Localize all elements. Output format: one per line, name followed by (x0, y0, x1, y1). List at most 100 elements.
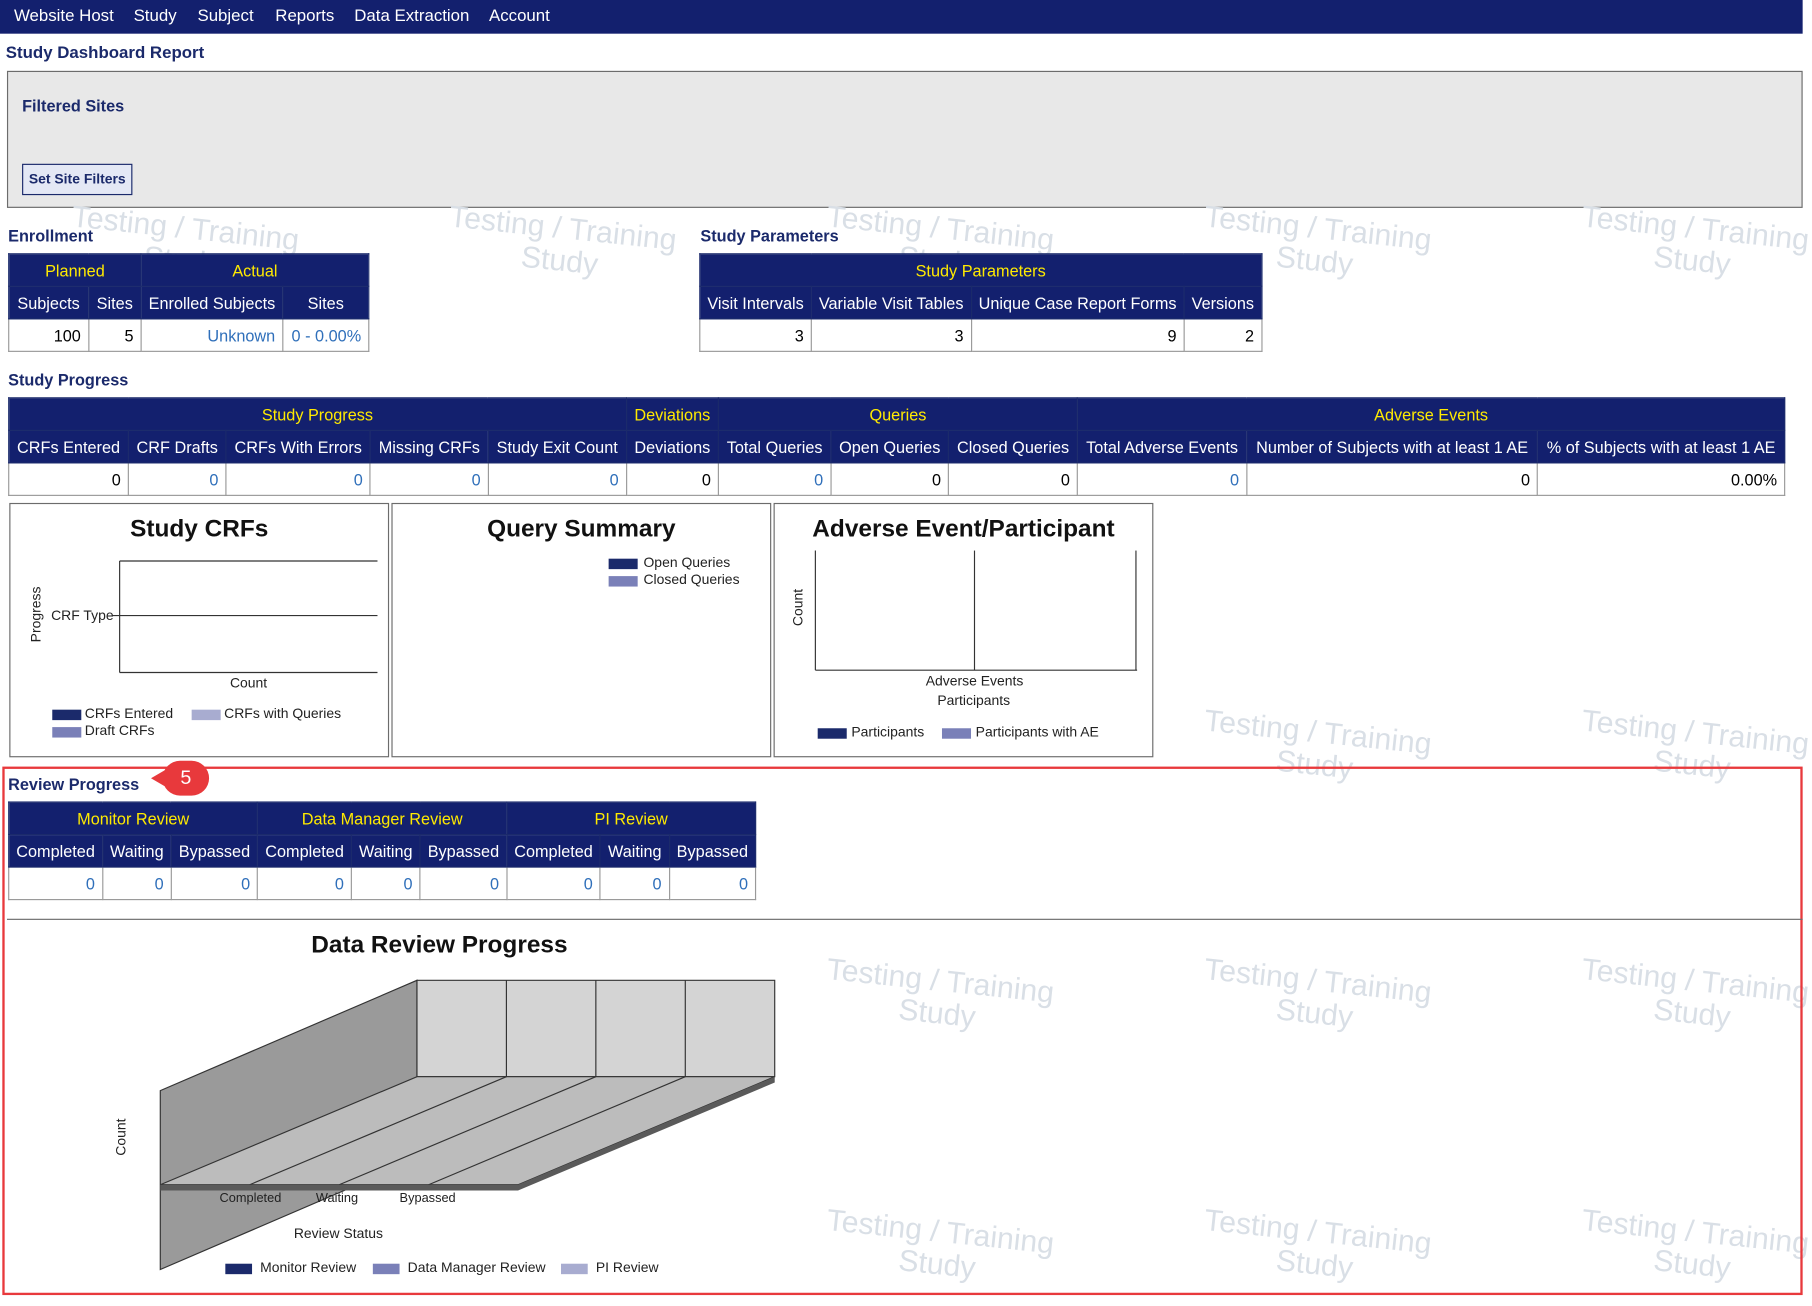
legend-swatch-draft-crfs (52, 727, 82, 738)
column-header: Missing CRFs (369, 429, 489, 464)
legend-swatch-open-queries (608, 558, 638, 570)
column-header: Bypassed (419, 833, 508, 868)
legend-label: CRFs Entered (84, 705, 174, 722)
group-adverse-events: Adverse Events (1076, 397, 1786, 431)
column-header: CRFs With Errors (225, 429, 371, 464)
column-header: CRF Drafts (127, 429, 227, 464)
missing-crfs-link[interactable]: 0 (369, 462, 489, 496)
pi-bypassed-link[interactable]: 0 (668, 866, 757, 901)
legend-label: Closed Queries (643, 571, 740, 588)
watermark: Testing / TrainingStudy (1580, 198, 1811, 282)
query-summary-chart: Query Summary Open Queries Closed Querie… (391, 502, 772, 758)
x-tick-label: Completed (219, 1191, 282, 1206)
enrollment-actual-sites-link[interactable]: 0 - 0.00% (282, 318, 370, 352)
nav-reports[interactable]: Reports (275, 7, 334, 26)
column-header: Bypassed (170, 833, 259, 868)
nav-data-extraction[interactable]: Data Extraction (354, 7, 469, 26)
column-header: Subjects (8, 285, 89, 320)
variable-visit-tables-value: 3 (810, 318, 972, 352)
study-parameters-group: Study Parameters (699, 253, 1263, 287)
top-nav-bar: Website Host Study Subject Reports Data … (0, 0, 1803, 34)
column-header: CRFs Entered (8, 429, 129, 464)
column-header: % of Subjects with at least 1 AE (1536, 429, 1786, 464)
study-parameters-label: Study Parameters (700, 226, 839, 246)
study-progress-table: Study Progress Deviations Queries Advers… (8, 397, 1786, 496)
visit-intervals-value: 3 (699, 318, 812, 352)
column-header: Enrolled Subjects (140, 285, 284, 320)
x-axis-label: Participants (937, 692, 1011, 709)
nav-account[interactable]: Account (489, 7, 550, 26)
subjects-with-ae-value: 0 (1246, 462, 1539, 496)
column-header: Total Adverse Events (1076, 429, 1248, 464)
closed-queries-value: 0 (948, 462, 1079, 496)
legend-swatch-monitor-review (225, 1263, 253, 1275)
crfs-with-errors-link[interactable]: 0 (225, 462, 371, 496)
versions-value: 2 (1183, 318, 1263, 352)
group-data-manager-review: Data Manager Review (257, 801, 508, 836)
callout-badge: 5 (150, 760, 210, 796)
y-axis-label: Count (112, 1118, 129, 1156)
column-header: Completed (8, 833, 104, 868)
pi-completed-link[interactable]: 0 (506, 866, 601, 901)
enrollment-group-planned: Planned (8, 253, 142, 287)
legend-label: CRFs with Queries (224, 705, 342, 722)
column-header: Variable Visit Tables (810, 285, 972, 320)
column-header: Deviations (625, 429, 720, 464)
enrollment-actual-subjects-link[interactable]: Unknown (140, 318, 284, 352)
total-adverse-events-link[interactable]: 0 (1076, 462, 1248, 496)
chart-title: Query Summary (487, 515, 676, 543)
crf-drafts-link[interactable]: 0 (127, 462, 227, 496)
open-queries-value: 0 (830, 462, 950, 496)
column-header: Completed (506, 833, 601, 868)
monitor-bypassed-link[interactable]: 0 (170, 866, 259, 901)
nav-website-host[interactable]: Website Host (14, 7, 114, 26)
legend-label: Participants (851, 723, 925, 740)
dm-waiting-link[interactable]: 0 (350, 866, 421, 901)
set-site-filters-button[interactable]: Set Site Filters (22, 163, 133, 196)
legend-label: Participants with AE (975, 723, 1099, 740)
monitor-waiting-link[interactable]: 0 (101, 866, 172, 901)
column-header: Sites (87, 285, 142, 320)
column-header: Bypassed (668, 833, 757, 868)
legend-label: Data Manager Review (407, 1259, 546, 1276)
group-monitor-review: Monitor Review (8, 801, 259, 836)
monitor-completed-link[interactable]: 0 (8, 866, 104, 901)
legend-swatch-participants (817, 728, 847, 739)
column-header: Visit Intervals (699, 285, 812, 320)
pi-waiting-link[interactable]: 0 (599, 866, 670, 901)
legend-label: Monitor Review (260, 1259, 357, 1276)
legend-swatch-pi-review (561, 1263, 588, 1275)
page-title: Study Dashboard Report (5, 44, 205, 63)
nav-study[interactable]: Study (134, 7, 177, 26)
total-queries-link[interactable]: 0 (717, 462, 832, 496)
dm-bypassed-link[interactable]: 0 (419, 866, 508, 901)
enrollment-planned-sites: 5 (87, 318, 142, 352)
group-queries: Queries (717, 397, 1079, 431)
study-crfs-chart: Study CRFs Progress CRF Type Count CRFs … (9, 502, 390, 758)
percent-subjects-with-ae-value: 0.00% (1536, 462, 1786, 496)
crfs-entered-value: 0 (8, 462, 129, 496)
column-header: Completed (257, 833, 353, 868)
legend-swatch-participants-with-ae (941, 728, 972, 739)
dm-completed-link[interactable]: 0 (257, 866, 353, 901)
enrollment-label: Enrollment (8, 226, 94, 246)
legend-label: PI Review (595, 1259, 659, 1276)
nav-subject[interactable]: Subject (197, 7, 253, 26)
legend-label: Open Queries (643, 554, 731, 571)
enrollment-planned-subjects: 100 (8, 318, 89, 352)
study-exit-count-link[interactable]: 0 (487, 462, 627, 496)
x-axis-label: Review Status (293, 1225, 383, 1242)
enrollment-table: Planned Actual Subjects Sites Enrolled S… (8, 253, 370, 352)
filtered-sites-panel: Filtered Sites Set Site Filters (6, 70, 1803, 208)
legend-swatch-data-manager-review (372, 1263, 400, 1275)
study-progress-label: Study Progress (8, 370, 129, 390)
legend-swatch-crfs-entered (52, 709, 82, 721)
watermark: Testing / TrainingStudy (447, 198, 679, 282)
column-header: Waiting (350, 833, 421, 868)
review-progress-table: Monitor Review Data Manager Review PI Re… (8, 801, 757, 901)
y-tick-label: CRF Type (51, 607, 114, 624)
group-deviations: Deviations (625, 397, 720, 431)
legend-swatch-closed-queries (608, 576, 638, 587)
column-header: Unique Case Report Forms (970, 285, 1185, 320)
group-study-progress: Study Progress (8, 397, 627, 431)
